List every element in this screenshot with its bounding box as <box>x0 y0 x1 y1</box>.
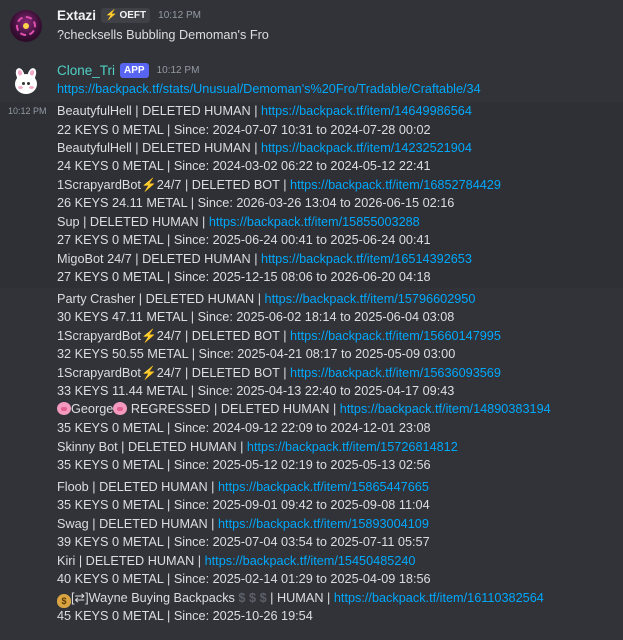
item-link[interactable]: https://backpack.tf/item/16852784429 <box>290 178 501 192</box>
sell-detail-line: 27 KEYS 0 METAL | Since: 2025-12-15 08:0… <box>57 270 431 284</box>
server-tag[interactable]: ⚡ OEFT <box>101 8 151 23</box>
server-tag-label: OEFT <box>119 10 147 21</box>
sell-detail-line: 22 KEYS 0 METAL | Since: 2024-07-07 10:3… <box>57 123 431 137</box>
item-link[interactable]: https://backpack.tf/item/14649986564 <box>261 104 472 118</box>
sell-detail-line: 39 KEYS 0 METAL | Since: 2025-07-04 03:5… <box>57 535 430 549</box>
sell-seller-line: Party Crasher | DELETED HUMAN | https://… <box>57 290 475 308</box>
item-link[interactable]: https://backpack.tf/item/15660147995 <box>290 329 501 343</box>
bolt-icon: ⚡ <box>105 10 118 21</box>
sell-detail-line: 45 KEYS 0 METAL | Since: 2025-10-26 19:5… <box>57 609 313 623</box>
pig-emoji-icon <box>113 402 128 415</box>
seller-name-suffix: 24/7 | DELETED BOT | <box>156 366 291 380</box>
item-link[interactable]: https://backpack.tf/item/15796602950 <box>265 292 476 306</box>
sell-detail-line: 30 KEYS 47.11 METAL | Since: 2025-06-02 … <box>57 310 455 324</box>
sell-seller-line: BeautyfulHell | DELETED HUMAN | https://… <box>57 139 472 157</box>
item-link[interactable]: https://backpack.tf/item/15726814812 <box>247 440 458 454</box>
sell-detail-line: 24 KEYS 0 METAL | Since: 2024-03-02 06:2… <box>57 159 431 173</box>
seller-name-suffix: 24/7 | DELETED BOT | <box>156 329 291 343</box>
author-name[interactable]: Extazi <box>57 8 96 23</box>
sell-seller-line: Swag | DELETED HUMAN | https://backpack.… <box>57 515 429 533</box>
sell-seller-line: MigoBot 24/7 | DELETED HUMAN | https://b… <box>57 250 472 268</box>
cat-face-icon <box>15 74 37 94</box>
seller-name: Floob | DELETED HUMAN | <box>57 480 218 494</box>
sell-seller-line: Skinny Bot | DELETED HUMAN | https://bac… <box>57 438 458 456</box>
seller-name: Kiri | DELETED HUMAN | <box>57 554 205 568</box>
avatar-clone-tri[interactable] <box>10 66 42 98</box>
lightning-icon: ⚡ <box>140 366 157 380</box>
seller-name: [⇄]Wayne Buying Backpacks <box>71 591 239 605</box>
dollar-signs: $ $ $ <box>238 591 267 605</box>
seller-name: BeautyfulHell | DELETED HUMAN | <box>57 104 262 118</box>
pig-emoji-icon <box>57 402 71 415</box>
item-link[interactable]: https://backpack.tf/item/14232521904 <box>261 141 472 155</box>
item-link[interactable]: https://backpack.tf/item/15855003288 <box>209 215 420 229</box>
message-header-extazi: Extazi ⚡ OEFT 10:12 PM <box>57 8 201 23</box>
sell-detail-line: 33 KEYS 11.44 METAL | Since: 2025-04-13 … <box>57 384 455 398</box>
seller-name: MigoBot 24/7 | DELETED HUMAN | <box>57 252 262 266</box>
avatar-center-dot <box>23 23 29 29</box>
item-link[interactable]: https://backpack.tf/item/15450485240 <box>205 554 416 568</box>
cat-eye <box>22 82 25 85</box>
stats-link[interactable]: https://backpack.tf/stats/Unusual/Demoma… <box>57 80 481 98</box>
sell-seller-line: 1ScrapyardBot⚡24/7 | DELETED BOT | https… <box>57 364 501 382</box>
message-text: ?checksells Bubbling Demoman's Fro <box>57 28 269 42</box>
sell-detail-line: 35 KEYS 0 METAL | Since: 2025-09-01 09:4… <box>57 498 430 512</box>
money-bag-emoji-icon: $ <box>57 594 71 608</box>
sell-detail-line: 27 KEYS 0 METAL | Since: 2025-06-24 00:4… <box>57 233 431 247</box>
sell-detail-line: 35 KEYS 0 METAL | Since: 2025-05-12 02:1… <box>57 458 431 472</box>
sell-detail-line: 32 KEYS 50.55 METAL | Since: 2025-04-21 … <box>57 347 456 361</box>
sell-seller-line: Kiri | DELETED HUMAN | https://backpack.… <box>57 552 416 570</box>
lightning-icon: ⚡ <box>140 178 157 192</box>
sell-detail-line: 35 KEYS 0 METAL | Since: 2024-09-12 22:0… <box>57 421 431 435</box>
seller-name: BeautyfulHell | DELETED HUMAN | <box>57 141 262 155</box>
message-timestamp: 10:12 PM <box>158 10 201 21</box>
seller-name-suffix: | HUMAN | <box>266 591 334 605</box>
message-header-clone-tri: Clone_Tri APP 10:12 PM <box>57 63 199 78</box>
seller-name: Skinny Bot | DELETED HUMAN | <box>57 440 247 454</box>
app-badge: APP <box>120 63 149 78</box>
sell-seller-line: Sup | DELETED HUMAN | https://backpack.t… <box>57 213 420 231</box>
seller-name: Party Crasher | DELETED HUMAN | <box>57 292 265 306</box>
sell-seller-line: Floob | DELETED HUMAN | https://backpack… <box>57 478 429 496</box>
lightning-icon: ⚡ <box>140 329 157 343</box>
cat-eye <box>27 82 30 85</box>
message-timestamp: 10:12 PM <box>156 65 200 76</box>
seller-name: 1ScrapyardBot <box>57 366 141 380</box>
item-link[interactable]: https://backpack.tf/item/15893004109 <box>218 517 429 531</box>
avatar-extazi[interactable] <box>10 10 42 42</box>
item-link[interactable]: https://backpack.tf/item/16110382564 <box>334 591 544 605</box>
sell-seller-line: BeautyfulHell | DELETED HUMAN | https://… <box>57 102 472 120</box>
seller-name-suffix: 24/7 | DELETED BOT | <box>156 178 291 192</box>
seller-name: George <box>71 402 114 416</box>
author-name[interactable]: Clone_Tri <box>57 63 115 78</box>
seller-name: 1ScrapyardBot <box>57 178 141 192</box>
hover-timestamp: 10:12 PM <box>8 106 47 116</box>
item-link[interactable]: https://backpack.tf/item/15636093569 <box>290 366 501 380</box>
sell-detail-line: 26 KEYS 24.11 METAL | Since: 2026-03-26 … <box>57 196 455 210</box>
seller-name: 1ScrapyardBot <box>57 329 141 343</box>
sell-detail-line: 40 KEYS 0 METAL | Since: 2025-02-14 01:2… <box>57 572 431 586</box>
sell-seller-line: George REGRESSED | DELETED HUMAN | https… <box>57 400 551 418</box>
sell-seller-line: $ [⇄]Wayne Buying Backpacks $ $ $ | HUMAN… <box>57 589 544 608</box>
sell-seller-line: 1ScrapyardBot⚡24/7 | DELETED BOT | https… <box>57 327 501 345</box>
sell-seller-line: 1ScrapyardBot⚡24/7 | DELETED BOT | https… <box>57 176 501 194</box>
item-link[interactable]: https://backpack.tf/item/14890383194 <box>340 402 551 416</box>
item-link[interactable]: https://backpack.tf/item/16514392653 <box>261 252 472 266</box>
seller-name: Sup | DELETED HUMAN | <box>57 215 209 229</box>
seller-name: Swag | DELETED HUMAN | <box>57 517 218 531</box>
cat-cheek <box>18 86 23 89</box>
item-link[interactable]: https://backpack.tf/item/15865447665 <box>218 480 429 494</box>
seller-name-suffix: REGRESSED | DELETED HUMAN | <box>130 402 340 416</box>
cat-cheek <box>29 86 34 89</box>
